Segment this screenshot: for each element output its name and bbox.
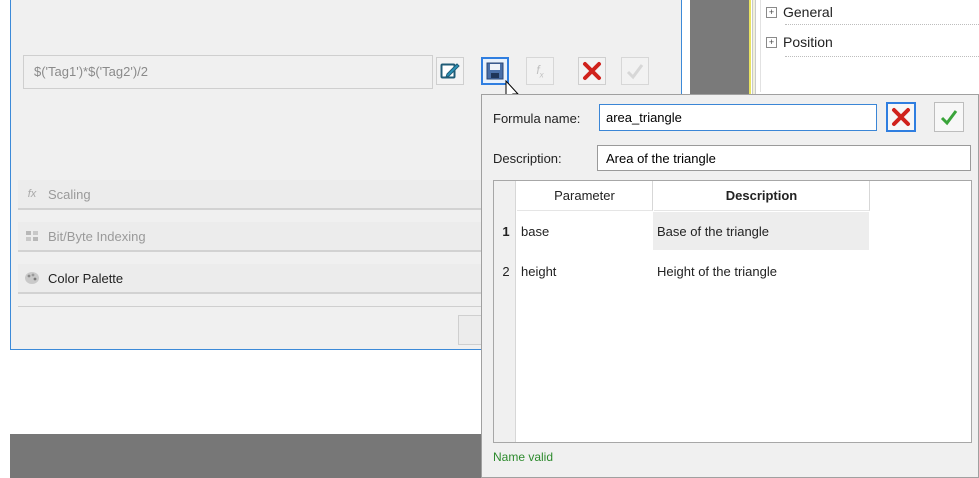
table-cell-parameter[interactable]: height [517, 252, 653, 290]
delete-formula-button[interactable] [578, 57, 606, 85]
fx-icon: fx [27, 188, 37, 200]
function-icon: fx [536, 62, 544, 80]
bottom-bar [10, 434, 485, 478]
edit-formula-button[interactable] [436, 57, 464, 85]
edit-icon [440, 63, 460, 79]
tree-item-general[interactable]: + General [766, 2, 833, 22]
formula-name-input[interactable] [599, 104, 877, 131]
bit-indexing-icon [24, 229, 40, 243]
save-icon [486, 62, 504, 80]
section-scaling-label: Scaling [48, 186, 91, 202]
check-icon [626, 64, 644, 80]
splitter-highlight [749, 0, 751, 100]
side-panel [690, 0, 750, 100]
close-icon [892, 108, 910, 126]
check-icon [940, 110, 958, 126]
insert-function-button[interactable]: fx [526, 57, 554, 85]
tree-item-label: General [783, 4, 833, 20]
row-index: 1 [502, 223, 510, 239]
section-bit-byte-indexing-label: Bit/Byte Indexing [48, 228, 146, 244]
ok-button[interactable] [934, 102, 964, 132]
validation-status: Name valid [493, 450, 554, 464]
expand-icon[interactable]: + [766, 36, 777, 48]
delete-icon [583, 62, 601, 80]
formula-name-label: Formula name: [493, 111, 581, 126]
cancel-button[interactable] [886, 102, 916, 132]
table-cell-description[interactable]: Height of the triangle [653, 252, 869, 290]
tree-item-position[interactable]: + Position [766, 32, 833, 52]
column-header-description[interactable]: Description [654, 181, 870, 211]
formula-expression-field[interactable]: $('Tag1')*$('Tag2')/2 [23, 55, 433, 89]
tree-item-label: Position [783, 34, 833, 50]
expand-icon[interactable]: + [766, 6, 777, 18]
splitter[interactable] [752, 0, 756, 100]
table-cell-description[interactable]: Base of the triangle [653, 212, 869, 250]
apply-formula-button[interactable] [621, 57, 649, 85]
tree-separator [785, 24, 979, 25]
description-input[interactable] [597, 145, 971, 171]
tree-separator [785, 56, 979, 57]
table-cell-parameter[interactable]: base [517, 212, 653, 250]
palette-icon [24, 271, 40, 285]
column-header-parameter[interactable]: Parameter [517, 181, 653, 211]
row-index: 2 [502, 263, 510, 279]
description-label: Description: [493, 151, 562, 166]
section-color-palette-label: Color Palette [48, 270, 124, 286]
